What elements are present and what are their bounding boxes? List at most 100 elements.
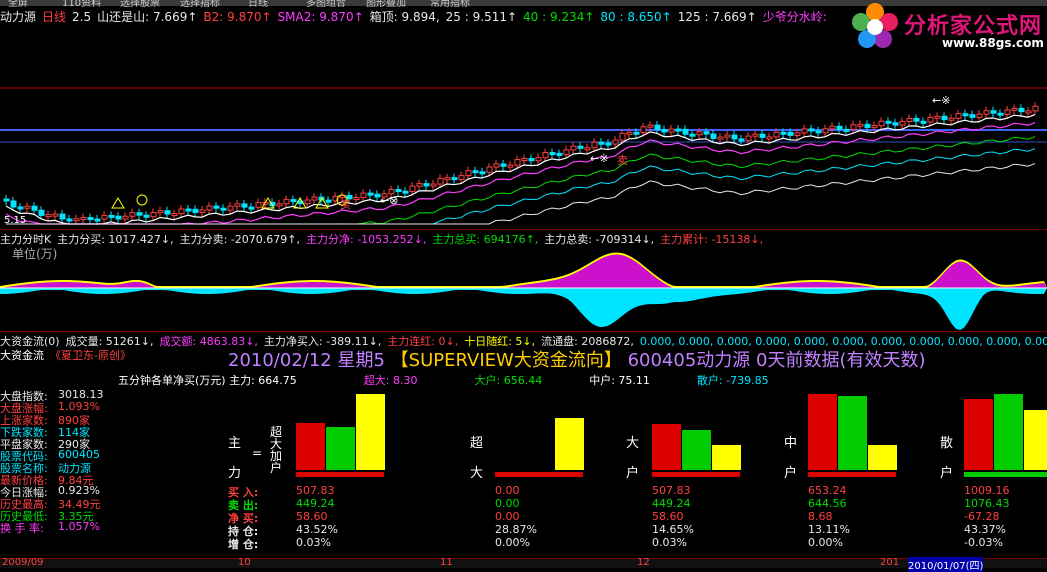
candle [892, 122, 899, 126]
indicator-value: 主力分买: 1017.427↓, [57, 233, 174, 246]
signal-circle-icon [136, 194, 148, 206]
candle [458, 175, 465, 180]
candle [843, 128, 850, 132]
candle [38, 209, 45, 216]
group-bars [808, 394, 898, 470]
candle [773, 131, 780, 138]
capital-flow-chart[interactable] [0, 246, 1047, 330]
row-value: 449.24 [652, 497, 691, 510]
candle [857, 123, 864, 127]
kline-chart[interactable]: ←⊗←※←※卖卖 [0, 24, 1047, 229]
group-label: 户 [626, 466, 640, 481]
candle [752, 133, 759, 137]
candle [59, 213, 66, 220]
row-value: 507.83 [652, 484, 691, 497]
candle [836, 125, 843, 130]
row-value: 28.87% [495, 523, 537, 536]
group-baseline [964, 472, 1047, 477]
group-label: 超 [470, 436, 484, 451]
sell-label: 卖 [617, 154, 628, 167]
big-net-value: 大户: 656.44 [474, 374, 543, 387]
candle [738, 138, 745, 142]
candle [507, 164, 514, 168]
candle [465, 170, 472, 177]
group-label: 力 [228, 466, 242, 481]
candle [696, 131, 703, 136]
candle [997, 112, 1004, 116]
candle [535, 157, 542, 162]
candle [822, 128, 829, 134]
candle [136, 212, 143, 216]
candle [395, 189, 402, 193]
candle [556, 152, 563, 156]
candle [605, 142, 612, 146]
panel-name: 大资金流 [0, 349, 44, 362]
five-min-label: 五分钟各单净买(万元) [118, 374, 226, 387]
group-label: 大 [470, 466, 484, 481]
axis-label: 201 [880, 557, 900, 568]
candle [171, 213, 178, 217]
panel-weekday: 星期5 [337, 350, 385, 371]
flow-outflow-area [0, 288, 1047, 330]
candle [850, 124, 857, 130]
row-value: 449.24 [296, 497, 335, 510]
group-bar [652, 424, 681, 470]
candle [1011, 107, 1018, 111]
candle [619, 132, 626, 141]
kline-indicator-header: 动力源 日线 2.5 山还是山: 7.669↑ B2: 9.870↑ SMA2: 9.87… [0, 8, 833, 24]
axis-label: 2009/09 [2, 557, 44, 568]
candle [1004, 109, 1011, 115]
row-value: 1009.16 [964, 484, 1010, 497]
flow-yellow-area [0, 252, 1047, 288]
group-baseline [495, 472, 583, 477]
candle [192, 208, 199, 213]
candle [500, 163, 507, 167]
candle [430, 183, 437, 187]
panel-date: 2010/02/12 [228, 350, 332, 371]
candle [647, 124, 654, 128]
candle [80, 217, 87, 221]
indicator-value: 125 : 7.669↑ [677, 10, 757, 24]
group-bars [964, 394, 1047, 470]
row-value: -67.28 [964, 510, 1000, 523]
candle [122, 215, 129, 220]
sell-arrow-label: ←⊗ [380, 194, 398, 207]
row-value: 14.65% [652, 523, 694, 536]
candle [969, 114, 976, 118]
candle [780, 131, 787, 135]
group-bars [652, 394, 742, 470]
candle [948, 117, 955, 121]
candle [689, 133, 696, 137]
candle [633, 131, 640, 135]
group-label: 户 [940, 466, 954, 481]
candle [990, 110, 997, 114]
candle [220, 207, 227, 211]
candle [934, 115, 941, 119]
candle [1018, 107, 1025, 113]
indicator-value: 主力总买: 694176↑, [432, 233, 539, 246]
group-bar [868, 444, 897, 470]
group-baseline [296, 472, 384, 477]
candle [227, 205, 234, 211]
candle [955, 113, 962, 119]
candle [290, 199, 297, 203]
candle [703, 131, 710, 135]
small-net-value: 散户: -739.85 [696, 374, 769, 387]
panel-author: 《夏卫东-原创》 [50, 349, 131, 362]
main-net-value: 主力: 664.75 [229, 374, 297, 387]
indicator-value: 80 : 8.650↑ [600, 10, 672, 24]
row-value: 507.83 [296, 484, 335, 497]
buy-signal-icon [111, 197, 125, 209]
candle [353, 197, 360, 201]
candle [745, 135, 752, 141]
candle [941, 115, 948, 121]
candle [129, 212, 136, 217]
group-label: 大 [626, 436, 640, 451]
candle [17, 206, 24, 210]
candle [45, 214, 52, 218]
candle [416, 183, 423, 187]
candle [1025, 110, 1032, 114]
hit-arrow-label: ←※ [590, 152, 608, 165]
candle [913, 117, 920, 122]
group-bar [808, 394, 837, 470]
